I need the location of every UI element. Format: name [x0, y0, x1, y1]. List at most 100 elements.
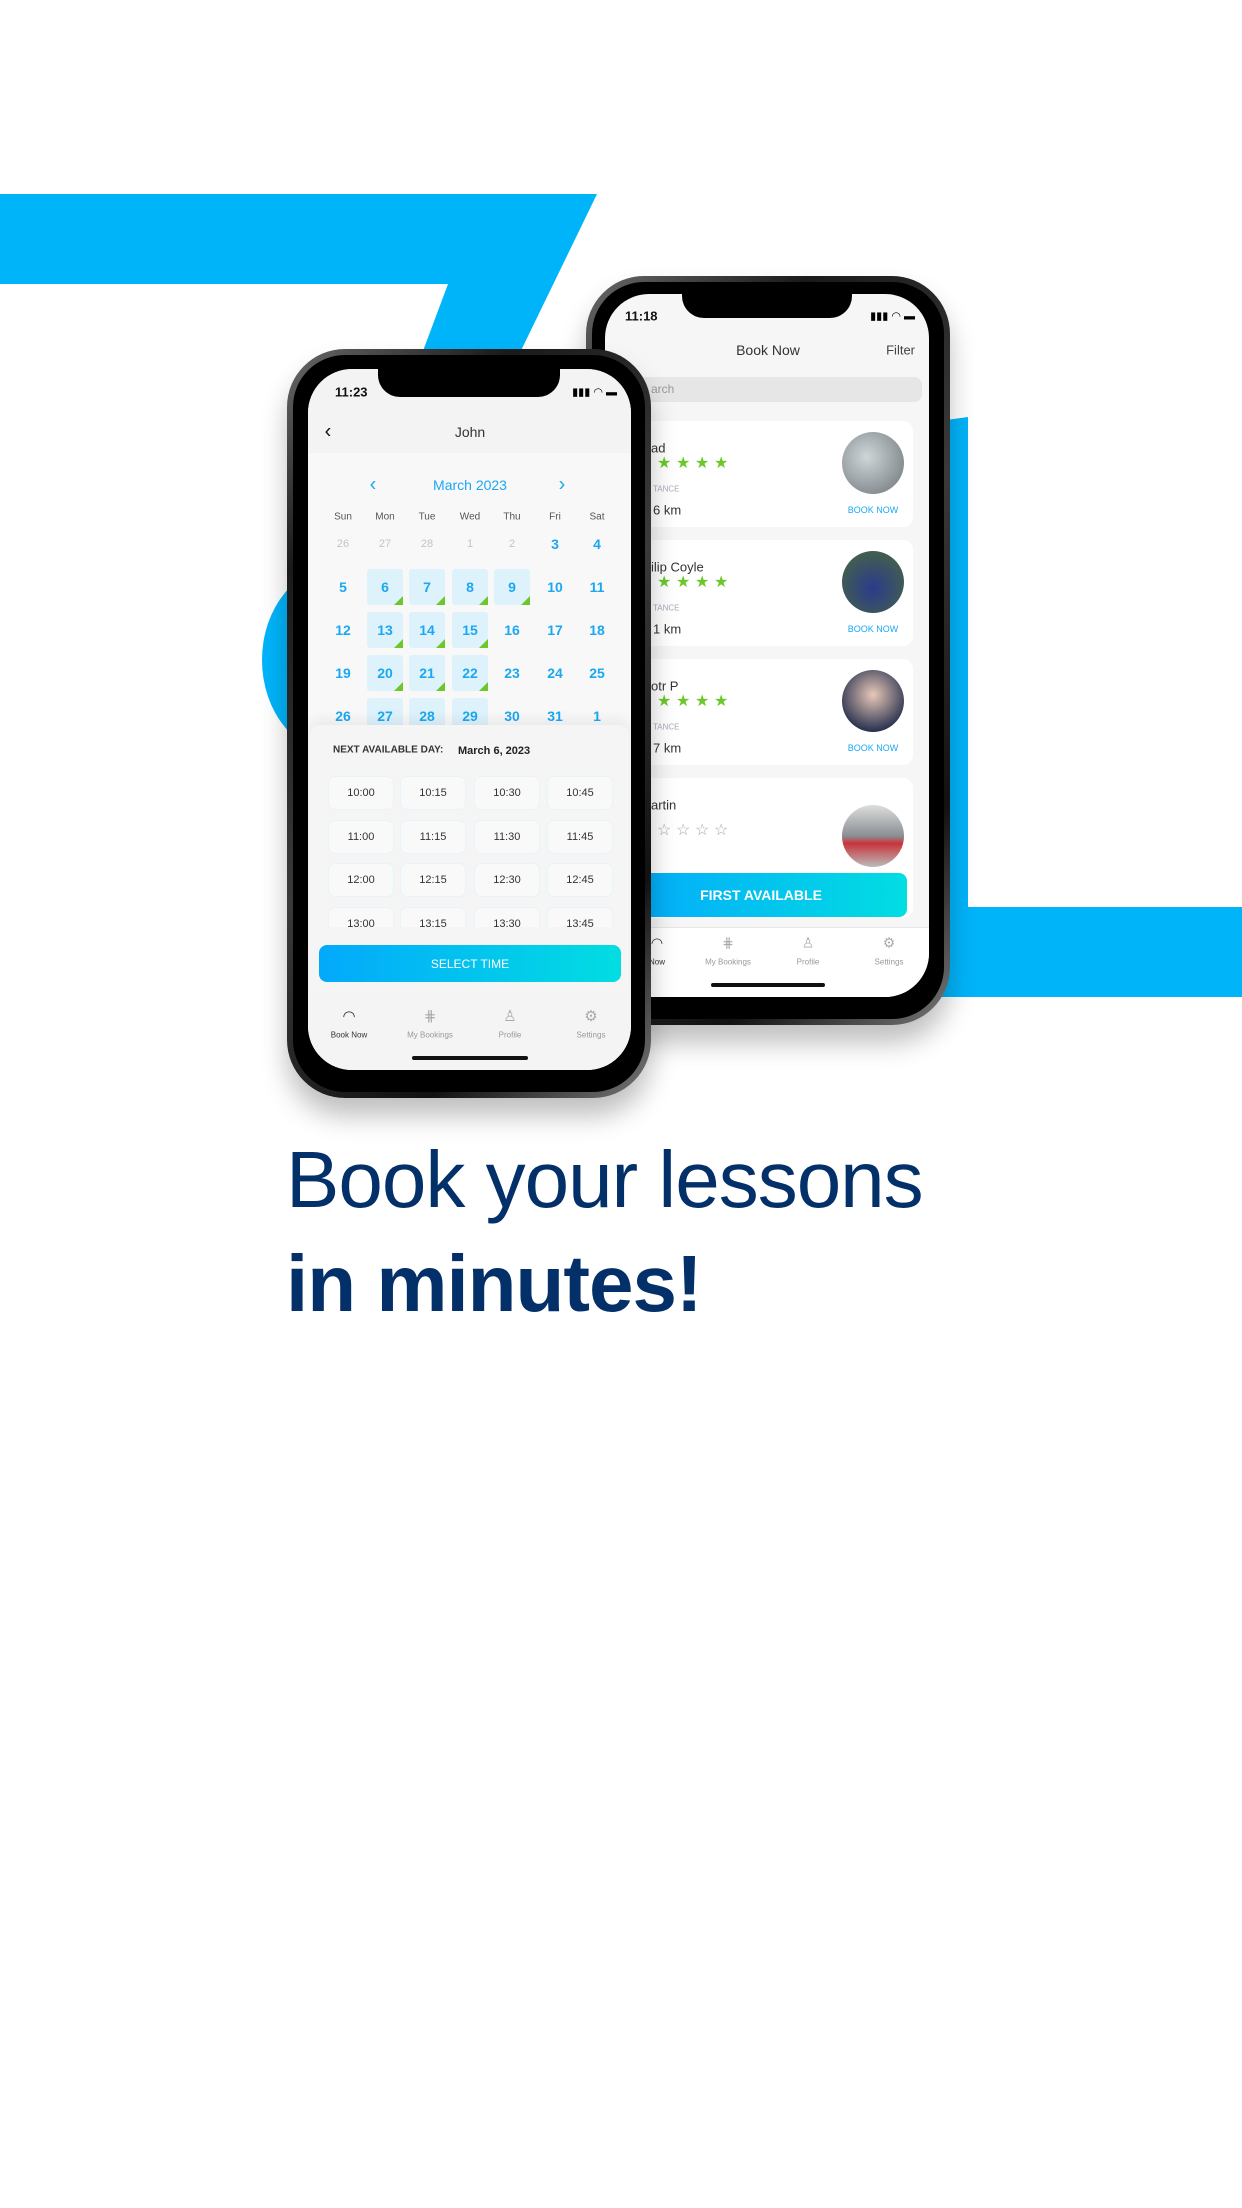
- calendar-day[interactable]: 4: [579, 526, 615, 562]
- nav-item-label[interactable]: My Bookings: [705, 958, 751, 967]
- instructor-card[interactable]: ilip Coyle ★ ★ ★ ★ TANCE 1 km BOOK NOW: [615, 540, 913, 646]
- calendar-day[interactable]: 2: [494, 526, 530, 562]
- calendar-day[interactable]: 25: [579, 655, 615, 691]
- time-slot[interactable]: 12:00: [328, 863, 394, 897]
- calendar-day[interactable]: 12: [325, 612, 361, 648]
- star-filled-icon: ★: [714, 693, 729, 710]
- time-slot[interactable]: 13:00: [328, 907, 394, 927]
- headline-line1: Book your lessons: [286, 1135, 924, 1224]
- calendar-day[interactable]: 13: [367, 612, 403, 648]
- calendar-day[interactable]: 5: [325, 569, 361, 605]
- nav-item-label[interactable]: Book Now: [331, 1031, 367, 1040]
- book-now-link[interactable]: BOOK NOW: [848, 624, 899, 634]
- speedometer-icon[interactable]: ◠: [342, 1007, 355, 1025]
- calendar-day[interactable]: 20: [367, 655, 403, 691]
- person-icon[interactable]: ♙: [503, 1007, 516, 1025]
- filter-button[interactable]: Filter: [886, 343, 915, 358]
- calendar-day[interactable]: 6: [367, 569, 403, 605]
- time-slot[interactable]: 10:15: [400, 776, 466, 810]
- star-filled-icon: ★: [657, 693, 672, 710]
- prev-month-icon[interactable]: ‹: [370, 474, 377, 497]
- nav-item-label[interactable]: Profile: [499, 1031, 522, 1040]
- speedometer-icon[interactable]: ◠: [651, 935, 663, 952]
- status-icons: ▮▮▮ ◠ ▬: [870, 310, 915, 323]
- calendar-day[interactable]: 1: [452, 526, 488, 562]
- time-slot[interactable]: 13:15: [400, 907, 466, 927]
- star-filled-icon: ★: [676, 574, 691, 591]
- calendar-day[interactable]: 15: [452, 612, 488, 648]
- time-slot[interactable]: 11:00: [328, 820, 394, 854]
- calendar-day[interactable]: 11: [579, 569, 615, 605]
- nav-item-label[interactable]: Profile: [797, 958, 820, 967]
- calendar-day[interactable]: 17: [537, 612, 573, 648]
- instructor-card[interactable]: otr P ★ ★ ★ ★ TANCE 7 km BOOK NOW: [615, 659, 913, 765]
- calendar-day[interactable]: 18: [579, 612, 615, 648]
- home-indicator: [711, 983, 825, 987]
- search-input[interactable]: arch: [617, 377, 922, 402]
- gear-shift-icon[interactable]: ⋕: [722, 935, 734, 952]
- time-slot[interactable]: 10:45: [547, 776, 613, 810]
- status-time: 11:23: [335, 384, 368, 400]
- calendar-day[interactable]: 22: [452, 655, 488, 691]
- instructor-card[interactable]: ad ★ ★ ★ ★ TANCE 6 km BOOK NOW: [615, 421, 913, 527]
- time-slot-grid: 10:00 10:15 10:30 10:45 11:00 11:15 11:30 11:45…: [308, 769, 631, 927]
- calendar-day[interactable]: 14: [409, 612, 445, 648]
- weekday-label: Thu: [503, 511, 521, 523]
- calendar-day[interactable]: 28: [409, 526, 445, 562]
- person-icon[interactable]: ♙: [802, 935, 815, 952]
- distance-label: TANCE: [653, 484, 680, 494]
- distance-label: TANCE: [653, 722, 680, 732]
- instructor-avatar: [842, 805, 904, 867]
- calendar-day[interactable]: 21: [409, 655, 445, 691]
- time-slot[interactable]: 11:15: [400, 820, 466, 854]
- distance-value: 1 km: [653, 621, 682, 637]
- calendar-day[interactable]: 7: [409, 569, 445, 605]
- time-slot[interactable]: 13:30: [474, 907, 540, 927]
- instructor-avatar: [842, 432, 904, 494]
- calendar-day[interactable]: 8: [452, 569, 488, 605]
- select-time-button[interactable]: SELECT TIME: [319, 945, 621, 982]
- chevron-left-icon[interactable]: ‹: [325, 421, 332, 444]
- notch: [378, 369, 560, 397]
- time-slot[interactable]: 10:00: [328, 776, 394, 810]
- time-slot[interactable]: 12:45: [547, 863, 613, 897]
- next-month-icon[interactable]: ›: [559, 474, 566, 497]
- calendar-day[interactable]: 19: [325, 655, 361, 691]
- star-empty-icon: ☆: [695, 822, 710, 839]
- gear-icon[interactable]: ⚙: [584, 1007, 597, 1025]
- calendar-day[interactable]: 23: [494, 655, 530, 691]
- calendar-day[interactable]: 27: [367, 526, 403, 562]
- time-slot[interactable]: 12:15: [400, 863, 466, 897]
- book-now-link[interactable]: BOOK NOW: [848, 743, 899, 753]
- weekday-label: Fri: [549, 511, 561, 523]
- gear-shift-icon[interactable]: ⋕: [424, 1007, 437, 1025]
- calendar-day[interactable]: 9: [494, 569, 530, 605]
- time-slot[interactable]: 11:30: [474, 820, 540, 854]
- gear-icon[interactable]: ⚙: [883, 935, 896, 952]
- time-slot[interactable]: 12:30: [474, 863, 540, 897]
- time-slot[interactable]: 11:45: [547, 820, 613, 854]
- first-available-button[interactable]: FIRST AVAILABLE: [615, 873, 907, 917]
- calendar-day[interactable]: 26: [325, 526, 361, 562]
- next-available-label: NEXT AVAILABLE DAY:: [333, 744, 444, 756]
- calendar-day[interactable]: 10: [537, 569, 573, 605]
- book-now-link[interactable]: BOOK NOW: [848, 505, 899, 515]
- calendar-screen: 11:23 ▮▮▮ ◠ ▬ ‹ John ‹ March 2023 › Sun M…: [308, 369, 631, 1070]
- nav-item-label[interactable]: My Bookings: [407, 1031, 453, 1040]
- star-filled-icon: ★: [695, 693, 710, 710]
- instructor-list-screen: 11:18 ▮▮▮ ◠ ▬ Book Now Filter arch ad ★ ★ ★…: [605, 294, 929, 997]
- time-slot[interactable]: 13:45: [547, 907, 613, 927]
- page-title: Book Now: [736, 342, 800, 358]
- star-filled-icon: ★: [714, 455, 729, 472]
- star-empty-icon: ☆: [714, 822, 729, 839]
- calendar-day[interactable]: 16: [494, 612, 530, 648]
- calendar-day[interactable]: 24: [537, 655, 573, 691]
- time-slot[interactable]: 10:30: [474, 776, 540, 810]
- calendar-day[interactable]: 3: [537, 526, 573, 562]
- nav-item-label[interactable]: Now: [649, 958, 665, 967]
- weekday-label: Sat: [589, 511, 605, 523]
- nav-item-label[interactable]: Settings: [875, 958, 904, 967]
- weekday-label: Sun: [334, 511, 352, 523]
- nav-item-label[interactable]: Settings: [577, 1031, 606, 1040]
- distance-value: 6 km: [653, 502, 682, 518]
